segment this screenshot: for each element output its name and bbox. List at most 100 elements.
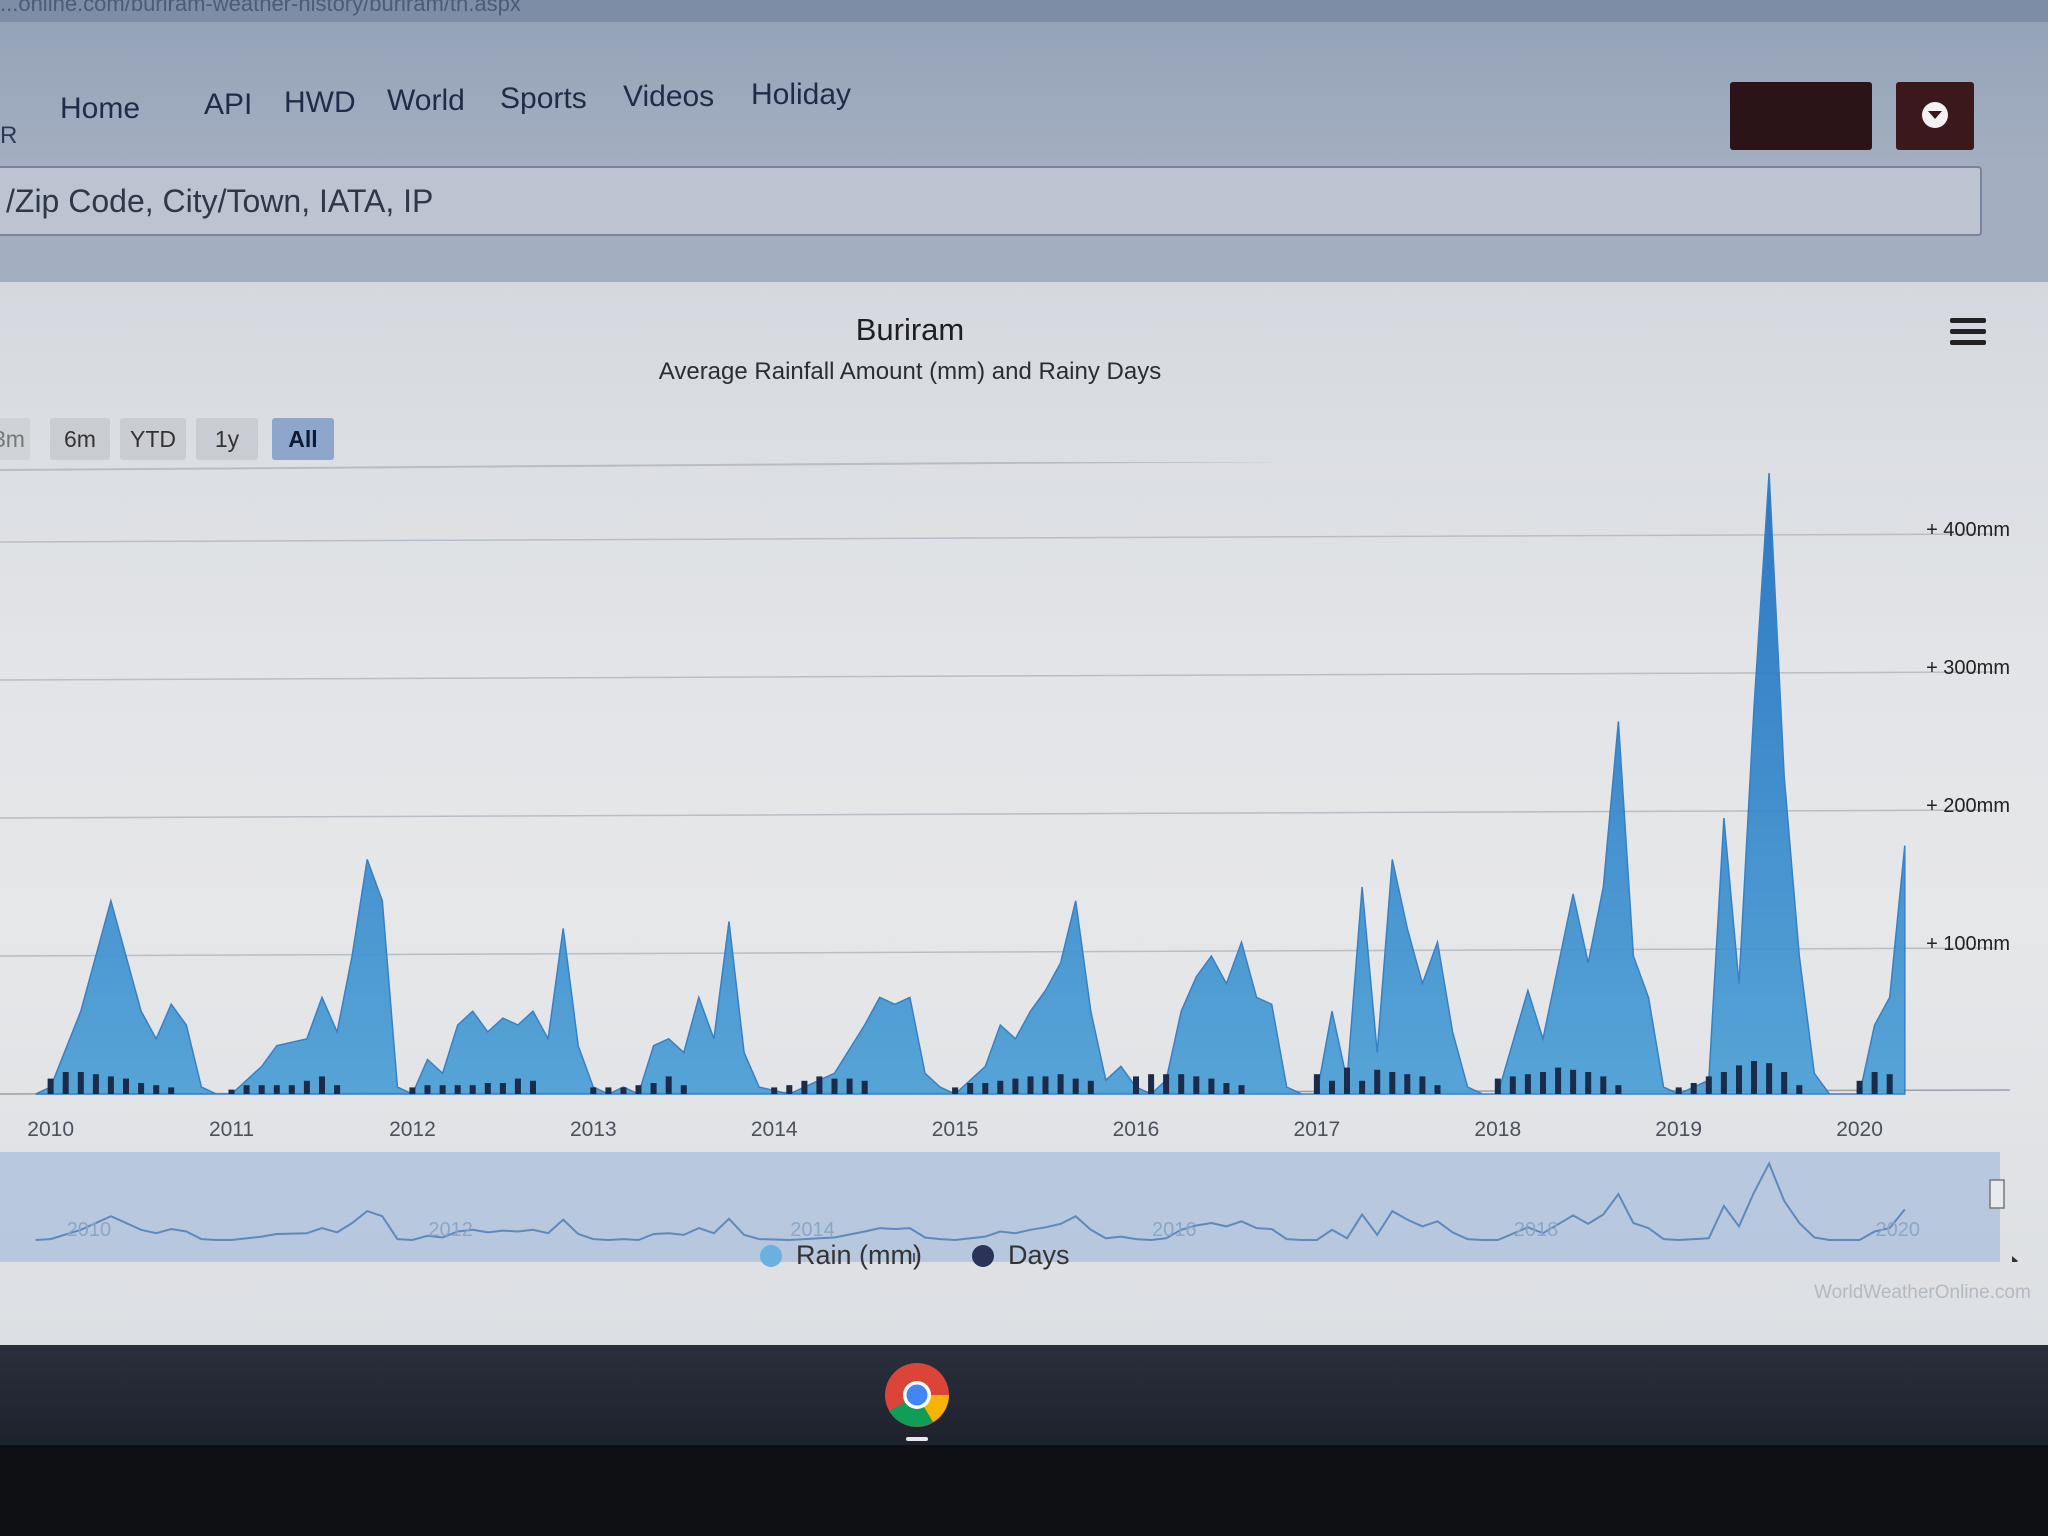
navigator-handle-right (1989, 1179, 2005, 1209)
x-tick-label: 2010 (27, 1118, 74, 1141)
days-bar (1555, 1067, 1562, 1094)
days-bar (409, 1087, 416, 1094)
x-tick-label: 2011 (209, 1118, 254, 1141)
days-bar (1690, 1083, 1697, 1094)
nav-hwd[interactable]: HWD (284, 86, 356, 120)
range-button-ytd[interactable]: YTD (120, 418, 186, 460)
nav-home[interactable]: Home (60, 92, 140, 126)
x-tick-label: 2018 (1474, 1118, 1521, 1141)
days-bar (1796, 1085, 1803, 1094)
days-bar (846, 1078, 853, 1094)
days-bar (967, 1083, 974, 1094)
hamburger-icon[interactable] (1950, 318, 1986, 346)
gridline-top (0, 462, 1283, 471)
chart-credits[interactable]: WorldWeatherOnline.com (1814, 1282, 2031, 1304)
nav-world[interactable]: World (387, 84, 465, 118)
nav-api[interactable]: API (204, 88, 252, 122)
legend-days[interactable]: Days (972, 1240, 1070, 1271)
days-bar (1570, 1069, 1577, 1094)
x-tick-label: 2014 (751, 1118, 798, 1141)
days-bar (1027, 1076, 1034, 1094)
days-bar (1359, 1080, 1366, 1094)
days-bar (1223, 1083, 1230, 1094)
location-search-input[interactable] (0, 166, 1982, 236)
x-tick-label: 2015 (932, 1118, 979, 1141)
laptop-bezel (0, 1445, 2048, 1536)
days-bar (1720, 1072, 1727, 1094)
days-bar (319, 1076, 325, 1094)
navigator-tick-label: 2010 (67, 1219, 112, 1241)
nav-holiday[interactable]: Holiday (751, 78, 851, 112)
days-bar (786, 1085, 793, 1094)
y-tick-label: + 400mm (1926, 519, 2010, 541)
days-bar (1238, 1085, 1245, 1094)
days-bar (816, 1076, 823, 1094)
navigator-tick-label: 2020 (1876, 1219, 1921, 1241)
range-button-all[interactable]: All (272, 418, 334, 460)
nav-account-button[interactable] (1730, 82, 1872, 150)
days-bar (1751, 1061, 1757, 1094)
days-bar (273, 1085, 280, 1094)
days-bar (1057, 1074, 1064, 1094)
rainfall-chart[interactable]: + 100mm + 200mm + 300mm + 400mm 2010 2011 201… (0, 462, 2048, 1262)
days-bar (1600, 1076, 1607, 1094)
browser-screen: ...online.com/buriram-weather-history/bu… (0, 0, 2048, 1345)
days-bar (1148, 1074, 1155, 1094)
nav-brand-fragment[interactable]: R (0, 122, 17, 150)
legend-days-dot (972, 1245, 994, 1267)
days-bar (499, 1083, 506, 1094)
search-section (0, 162, 2048, 282)
os-taskbar (0, 1345, 2048, 1445)
chrome-icon[interactable] (883, 1361, 951, 1429)
days-bar (303, 1080, 310, 1094)
range-button-3m[interactable]: 3m (0, 418, 30, 460)
days-bar (1313, 1074, 1320, 1094)
days-bar (107, 1076, 114, 1094)
x-tick-label: 2020 (1836, 1118, 1883, 1141)
days-bar (439, 1085, 446, 1094)
range-button-6m[interactable]: 6m (50, 418, 110, 460)
navigator-tick-label: 2018 (1514, 1219, 1559, 1241)
navigator-tick-label: 2012 (428, 1219, 473, 1241)
days-bar (1781, 1072, 1788, 1094)
days-bar (1524, 1074, 1531, 1094)
nav-sports[interactable]: Sports (500, 82, 587, 116)
days-bar (258, 1085, 265, 1094)
navigator-tick-label: 2014 (790, 1219, 835, 1241)
days-bar (1705, 1076, 1712, 1094)
days-bar (1374, 1069, 1381, 1094)
navigator-scroll-right-arrow (2012, 1256, 2018, 1262)
range-button-1y[interactable]: 1y (196, 418, 258, 460)
gridline-400 (0, 533, 1996, 543)
days-bar (530, 1080, 536, 1094)
gridline-200 (0, 809, 1996, 819)
days-bar (92, 1074, 99, 1094)
days-bar (123, 1078, 129, 1094)
days-bar (1163, 1074, 1170, 1094)
nav-videos[interactable]: Videos (623, 80, 714, 114)
days-bar (77, 1072, 84, 1094)
address-bar-url[interactable]: ...online.com/buriram-weather-history/bu… (0, 0, 2048, 22)
chart-title: Buriram (855, 312, 965, 347)
days-bar (1178, 1074, 1185, 1094)
y-tick-label: + 200mm (1926, 795, 2010, 817)
days-bar (153, 1085, 160, 1094)
legend-rain-label: Rain (mm) (796, 1240, 922, 1270)
days-bar (605, 1087, 612, 1094)
days-bar (1871, 1072, 1878, 1094)
days-bar (1193, 1076, 1200, 1094)
days-bar (62, 1072, 69, 1094)
y-tick-label: + 100mm (1926, 933, 2010, 955)
days-bar (997, 1080, 1004, 1094)
days-bar (1329, 1080, 1335, 1094)
days-bar (1404, 1074, 1411, 1094)
nav-dropdown-button[interactable] (1896, 82, 1974, 150)
days-bar (1042, 1076, 1049, 1094)
days-bar (1344, 1067, 1350, 1094)
days-bar (1736, 1065, 1742, 1094)
days-bar (168, 1087, 175, 1094)
days-bar (138, 1083, 145, 1094)
days-bar (514, 1078, 521, 1094)
gridline-300 (0, 671, 1996, 681)
legend-rain[interactable]: Rain (mm) (760, 1240, 922, 1271)
